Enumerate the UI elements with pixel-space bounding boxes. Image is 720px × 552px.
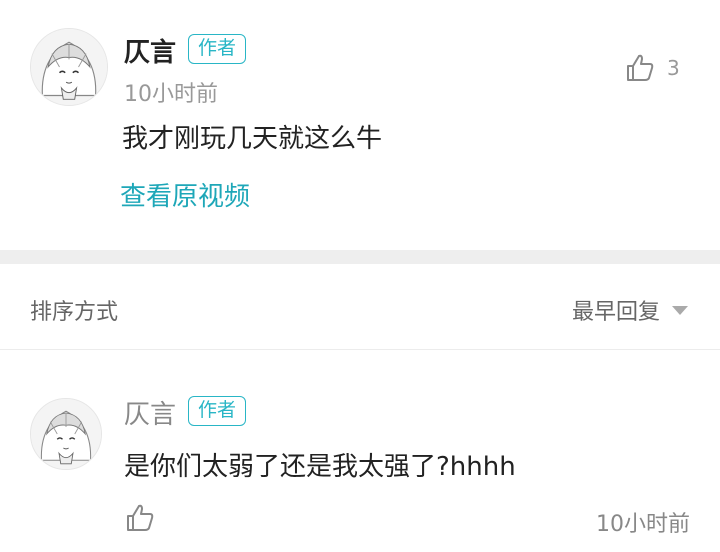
reply-text: 是你们太弱了还是我太强了?hhhh <box>124 452 516 482</box>
view-original-video-link[interactable]: 查看原视频 <box>120 176 250 213</box>
section-divider <box>0 250 720 264</box>
author-name[interactable]: 仄言 <box>124 32 176 69</box>
reply-author-name[interactable]: 仄言 <box>124 394 176 431</box>
reply-like-button[interactable] <box>124 502 156 534</box>
author-badge: 作者 <box>188 34 247 64</box>
author-avatar[interactable] <box>30 28 108 106</box>
sort-row: 排序方式 最早回复 <box>0 264 720 350</box>
anime-avatar-icon <box>31 399 101 469</box>
anime-avatar-icon <box>31 29 107 105</box>
comment-timestamp: 10小时前 <box>124 82 218 107</box>
main-comment: 仄言 作者 10小时前 3 我才刚玩几天就这么牛 查看原视频 <box>0 0 720 250</box>
like-button[interactable] <box>624 52 656 84</box>
like-count: 3 <box>667 56 680 80</box>
reply-author-badge: 作者 <box>188 396 247 426</box>
sort-label: 排序方式 <box>30 300 119 325</box>
reply-timestamp: 10小时前 <box>596 512 690 537</box>
comment-text: 我才刚玩几天就这么牛 <box>122 124 383 154</box>
thumbs-up-icon <box>627 54 654 81</box>
caret-down-icon[interactable] <box>672 306 688 315</box>
reply-item: 仄言 作者 是你们太弱了还是我太强了?hhhh 10小时前 <box>0 350 720 552</box>
sort-dropdown[interactable]: 最早回复 <box>572 294 660 326</box>
reply-author-avatar[interactable] <box>30 398 102 470</box>
thumbs-up-icon <box>127 504 154 531</box>
